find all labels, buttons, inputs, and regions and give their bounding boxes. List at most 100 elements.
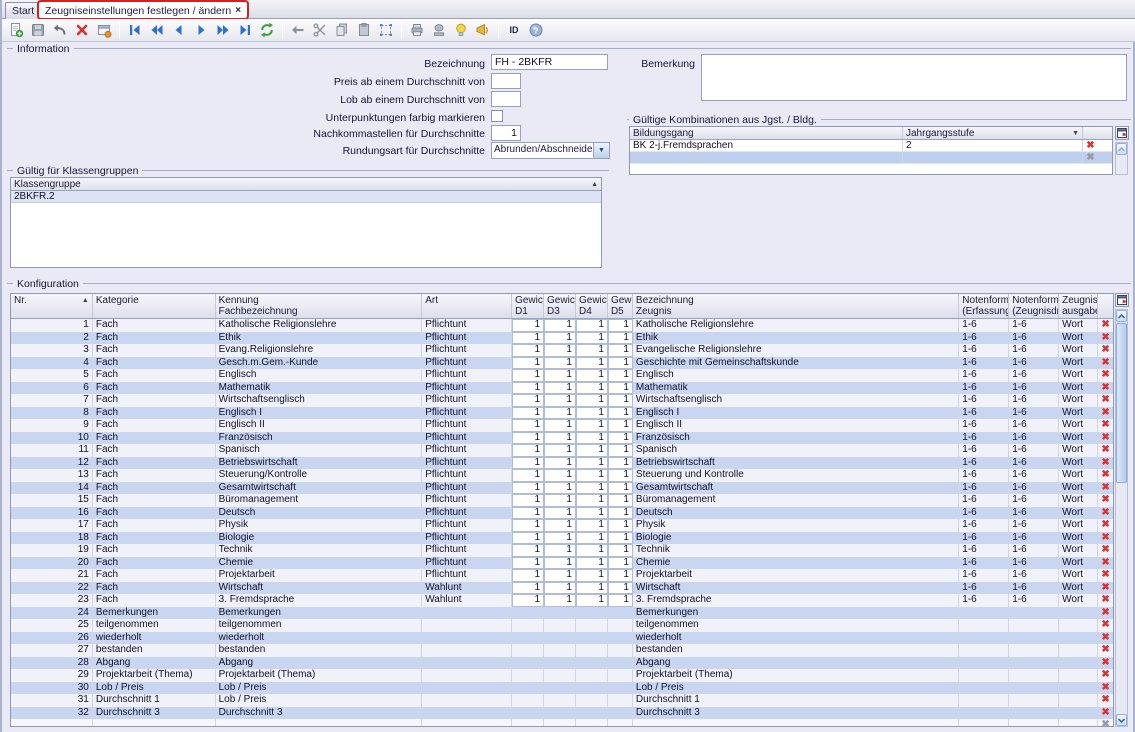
row-delete-x-icon[interactable]: ✖ xyxy=(1098,444,1113,457)
konfig-row[interactable]: 20FachChemiePflichtunt1111Chemie1-61-6Wo… xyxy=(11,557,1113,570)
konfig-cell-gewicht_d3[interactable]: 1 xyxy=(544,519,576,532)
help-button[interactable]: ? xyxy=(526,21,546,40)
konfig-cell-gewicht_d1[interactable]: 1 xyxy=(512,419,544,432)
konfig-cell-gewicht_d3[interactable]: 1 xyxy=(544,432,576,445)
kombination-row[interactable]: BK 2-j.Fremdsprachen2✖ xyxy=(630,140,1112,152)
konfig-cell-gewicht_d5[interactable]: 1 xyxy=(608,394,633,407)
konfig-cell-gewicht_d1[interactable]: 1 xyxy=(512,444,544,457)
nav-last-button[interactable] xyxy=(235,21,255,40)
konfig-row[interactable]: 26wiederholtwiederholtwiederholt✖ xyxy=(11,632,1113,645)
konfig-cell-gewicht_d5[interactable]: 1 xyxy=(608,494,633,507)
scroll-up-icon[interactable] xyxy=(1116,143,1127,155)
konfig-cell-gewicht_d5[interactable]: 1 xyxy=(608,444,633,457)
konfig-cell-gewicht_d1[interactable]: 1 xyxy=(512,394,544,407)
konfig-cell-gewicht_d1[interactable]: 1 xyxy=(512,369,544,382)
konfig-cell-gewicht_d5[interactable]: 1 xyxy=(608,519,633,532)
konfig-cell-gewicht_d5[interactable]: 1 xyxy=(608,457,633,470)
jahrgangsstufe-cell[interactable] xyxy=(903,152,1083,163)
konfig-col-gewicht_d1[interactable]: GewichtD1 xyxy=(512,294,544,318)
nav-next-button[interactable] xyxy=(191,21,211,40)
konfig-row[interactable]: 21FachProjektarbeitPflichtunt1111Projekt… xyxy=(11,569,1113,582)
konfig-cell-gewicht_d1[interactable]: 1 xyxy=(512,432,544,445)
row-delete-x-icon[interactable]: ✖ xyxy=(1098,382,1113,395)
konfig-col-gewicht_d3[interactable]: GewichtD3 xyxy=(544,294,576,318)
back-arrow-button[interactable] xyxy=(288,21,308,40)
konfig-cell-gewicht_d1[interactable]: 1 xyxy=(512,507,544,520)
konfig-cell-gewicht_d1[interactable]: 1 xyxy=(512,344,544,357)
konfig-cell-gewicht_d5[interactable]: 1 xyxy=(608,582,633,595)
konfig-col-gewicht_d5[interactable]: GewichtD5 xyxy=(608,294,633,318)
konfig-cell-gewicht_d4[interactable]: 1 xyxy=(576,319,608,332)
row-delete-x-icon[interactable]: ✖ xyxy=(1098,357,1113,370)
konfig-cell-gewicht_d1[interactable]: 1 xyxy=(512,594,544,607)
konfig-row[interactable]: 27bestandenbestandenbestanden✖ xyxy=(11,644,1113,657)
konfig-cell-gewicht_d5[interactable]: 1 xyxy=(608,369,633,382)
bezeichnung-input[interactable] xyxy=(491,54,608,70)
bildungsgang-cell[interactable]: BK 2-j.Fremdsprachen xyxy=(630,140,903,151)
unterpunktungen-checkbox[interactable] xyxy=(491,110,503,122)
konfig-cell-gewicht_d5[interactable]: 1 xyxy=(608,432,633,445)
new-record-button[interactable] xyxy=(6,21,26,40)
kombinationen-col-jahrgangsstufe[interactable]: Jahrgangsstufe ▼ xyxy=(903,127,1083,139)
konfig-row[interactable]: 3FachEvang.ReligionslehrePflichtunt1111E… xyxy=(11,344,1113,357)
row-delete-x-icon[interactable]: ✖ xyxy=(1098,594,1113,607)
row-delete-x-icon[interactable]: ✖ xyxy=(1098,657,1113,670)
konfig-cell-gewicht_d4[interactable]: 1 xyxy=(576,332,608,345)
row-delete-x-icon[interactable]: ✖ xyxy=(1098,682,1113,695)
konfig-row[interactable]: 16FachDeutschPflichtunt1111Deutsch1-61-6… xyxy=(11,507,1113,520)
konfig-cell-gewicht_d4[interactable]: 1 xyxy=(576,357,608,370)
konfig-row[interactable]: 28AbgangAbgangAbgang✖ xyxy=(11,657,1113,670)
klassengruppen-col-klassengruppe[interactable]: Klassengruppe ▲ xyxy=(11,178,601,190)
nachkommastellen-input[interactable] xyxy=(491,125,521,141)
konfig-cell-gewicht_d4[interactable]: 1 xyxy=(576,569,608,582)
nav-next-page-button[interactable] xyxy=(213,21,233,40)
konfig-row[interactable]: 8FachEnglisch IPflichtunt1111Englisch I1… xyxy=(11,407,1113,420)
edit-form-button[interactable] xyxy=(94,21,114,40)
konfig-row[interactable]: 24BemerkungenBemerkungenBemerkungen✖ xyxy=(11,607,1113,620)
konfig-row[interactable]: 14FachGesamtwirtschaftPflichtunt1111Gesa… xyxy=(11,482,1113,495)
jahrgangsstufe-cell[interactable]: 2 xyxy=(903,140,1083,151)
konfig-cell-gewicht_d1[interactable]: 1 xyxy=(512,557,544,570)
row-delete-x-icon[interactable]: ✖ xyxy=(1098,469,1113,482)
konfig-cell-gewicht_d3[interactable]: 1 xyxy=(544,332,576,345)
konfig-cell-gewicht_d4[interactable]: 1 xyxy=(576,394,608,407)
konfig-col-bezeichnung[interactable]: BezeichnungZeugnis xyxy=(633,294,959,318)
konfig-cell-gewicht_d1[interactable]: 1 xyxy=(512,407,544,420)
konfig-new-row[interactable]: ✖ xyxy=(11,719,1113,727)
konfig-row[interactable]: 22FachWirtschaftWahlunt1111Wirtschaft1-6… xyxy=(11,582,1113,595)
konfig-cell-gewicht_d5[interactable]: 1 xyxy=(608,419,633,432)
konfig-cell-gewicht_d4[interactable]: 1 xyxy=(576,582,608,595)
konfig-cell-gewicht_d4[interactable]: 1 xyxy=(576,444,608,457)
konfig-cell-gewicht_d1[interactable]: 1 xyxy=(512,457,544,470)
nav-prev-page-button[interactable] xyxy=(147,21,167,40)
konfig-cell-gewicht_d3[interactable]: 1 xyxy=(544,369,576,382)
kombination-row[interactable]: ✖ xyxy=(630,152,1112,164)
scroll-up-icon[interactable] xyxy=(1116,310,1127,322)
konfig-col-art[interactable]: Art xyxy=(422,294,512,318)
konfig-cell-gewicht_d4[interactable]: 1 xyxy=(576,557,608,570)
konfig-col-nr[interactable]: Nr. ▲ xyxy=(11,294,93,318)
konfig-col-kennung[interactable]: KennungFachbezeichnung xyxy=(216,294,423,318)
kombinationen-column-options-button[interactable] xyxy=(1115,126,1129,140)
konfig-cell-gewicht_d5[interactable]: 1 xyxy=(608,532,633,545)
hint-bulb-button[interactable] xyxy=(451,21,471,40)
row-delete-x-icon[interactable]: ✖ xyxy=(1098,507,1113,520)
konfig-cell-gewicht_d5[interactable]: 1 xyxy=(608,594,633,607)
konfig-row[interactable]: 15FachBüromanagementPflichtunt1111Büroma… xyxy=(11,494,1113,507)
konfig-cell-gewicht_d4[interactable]: 1 xyxy=(576,344,608,357)
paste-button[interactable] xyxy=(354,21,374,40)
row-delete-x-icon[interactable]: ✖ xyxy=(1098,482,1113,495)
row-delete-x-icon[interactable]: ✖ xyxy=(1098,632,1113,645)
tab-zeugniseinstellungen[interactable]: Zeugniseinstellungen festlegen / ändern … xyxy=(38,1,248,19)
konfig-cell-gewicht_d3[interactable]: 1 xyxy=(544,544,576,557)
konfig-row[interactable]: 9FachEnglisch IIPflichtunt1111Englisch I… xyxy=(11,419,1113,432)
konfig-row[interactable]: 12FachBetriebswirtschaftPflichtunt1111Be… xyxy=(11,457,1113,470)
konfig-cell-gewicht_d1[interactable]: 1 xyxy=(512,382,544,395)
select-region-button[interactable] xyxy=(376,21,396,40)
konfig-cell-gewicht_d5[interactable]: 1 xyxy=(608,382,633,395)
id-badge-button[interactable]: ID xyxy=(504,21,524,40)
konfig-col-zeugnisausgabe[interactable]: Zeugnis-ausgabe xyxy=(1059,294,1098,318)
print-button[interactable] xyxy=(407,21,427,40)
konfig-cell-gewicht_d3[interactable]: 1 xyxy=(544,444,576,457)
row-delete-x-icon[interactable]: ✖ xyxy=(1098,419,1113,432)
